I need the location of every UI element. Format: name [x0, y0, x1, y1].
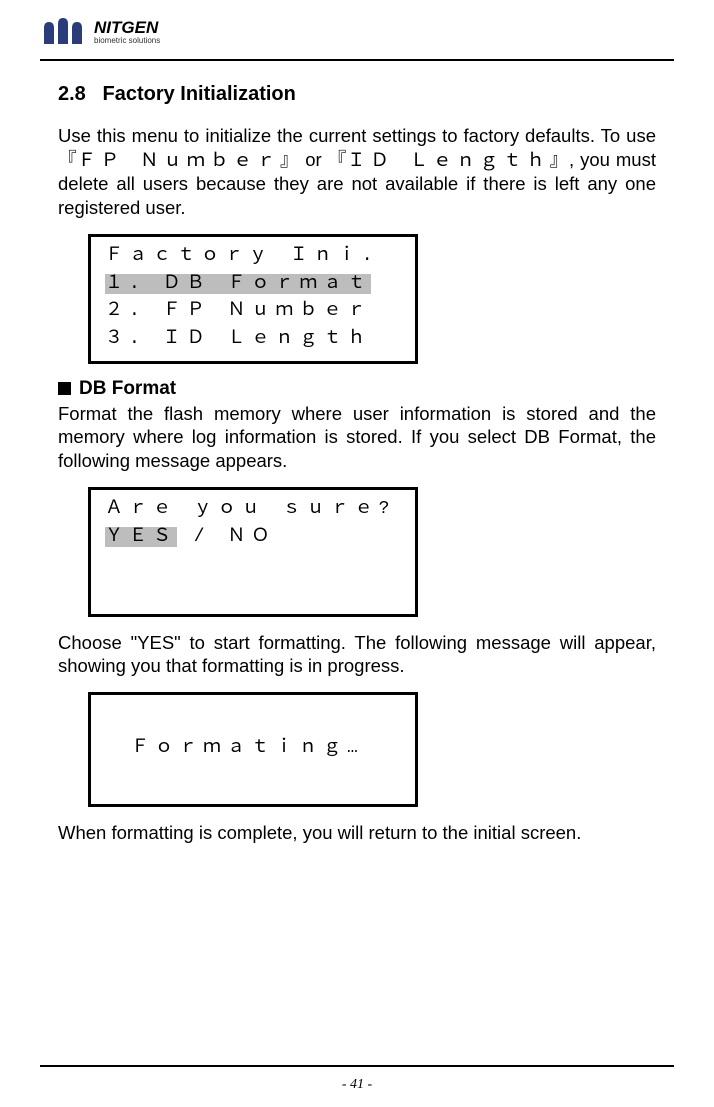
lcd2-yes: ＹＥＳ: [105, 527, 177, 547]
section-heading: Factory Initialization: [102, 83, 295, 105]
logo-main: NITGEN: [94, 19, 160, 36]
lcd1-line2: １. ＤＢ Ｆｏｒｍａｔ: [105, 271, 405, 299]
lcd2-rest: / ＮＯ: [177, 527, 275, 547]
logo-sub: biometric solutions: [94, 37, 160, 45]
intro-b: 』 or 『: [280, 149, 347, 170]
intro-para: Use this menu to initialize the current …: [58, 124, 656, 220]
page: NITGEN biometric solutions 2.8 Factory I…: [0, 0, 714, 1107]
logo-text: NITGEN biometric solutions: [100, 19, 160, 45]
lcd-factory-ini: Ｆａｃｔｏｒｙ Ｉｎｉ. １. ＤＢ Ｆｏｒｍａｔ ２. ＦＰ Ｎｕｍｂｅｒ ３…: [88, 234, 418, 364]
logo-icon: [40, 14, 96, 50]
section-number: 2.8: [58, 83, 86, 105]
db-format-para3: When formatting is complete, you will re…: [58, 821, 656, 845]
lcd2-line1: Ａｒｅ ｙｏｕ ｓｕｒｅ?: [105, 496, 405, 524]
db-format-para2: Choose "YES" to start formatting. The fo…: [58, 631, 656, 678]
lcd-formatting: Ｆｏｒｍａｔｉｎｇ…: [88, 692, 418, 807]
lcd3-line1: Ｆｏｒｍａｔｉｎｇ…: [131, 735, 405, 763]
lcd1-line2-sel: １. ＤＢ Ｆｏｒｍａｔ: [105, 274, 371, 294]
db-format-heading: DB Format: [79, 378, 176, 400]
lcd2-line2: ＹＥＳ / ＮＯ: [105, 524, 405, 552]
square-bullet-icon: [58, 382, 71, 395]
intro-id: ＩＤ Ｌｅｎｇｔｈ: [347, 150, 550, 171]
page-footer: - 41 -: [0, 1065, 714, 1093]
db-format-para1: Format the flash memory where user infor…: [58, 402, 656, 473]
lcd-confirm: Ａｒｅ ｙｏｕ ｓｕｒｅ? ＹＥＳ / ＮＯ: [88, 487, 418, 617]
lcd1-line4: ３. ＩＤ Ｌｅｎｇｔｈ: [105, 326, 405, 354]
lcd1-line1: Ｆａｃｔｏｒｙ Ｉｎｉ.: [105, 243, 405, 271]
lcd1-line3: ２. ＦＰ Ｎｕｍｂｅｒ: [105, 298, 405, 326]
page-number: - 41 -: [342, 1077, 372, 1092]
header-divider: [40, 59, 674, 61]
section-title: 2.8 Factory Initialization: [58, 83, 656, 106]
intro-fp: ＦＰ Ｎｕｍｂｅｒ: [77, 150, 280, 171]
footer-divider: [40, 1065, 674, 1067]
page-header: NITGEN biometric solutions: [40, 0, 674, 56]
content: 2.8 Factory Initialization Use this menu…: [40, 83, 674, 845]
db-format-heading-row: DB Format: [58, 378, 656, 400]
